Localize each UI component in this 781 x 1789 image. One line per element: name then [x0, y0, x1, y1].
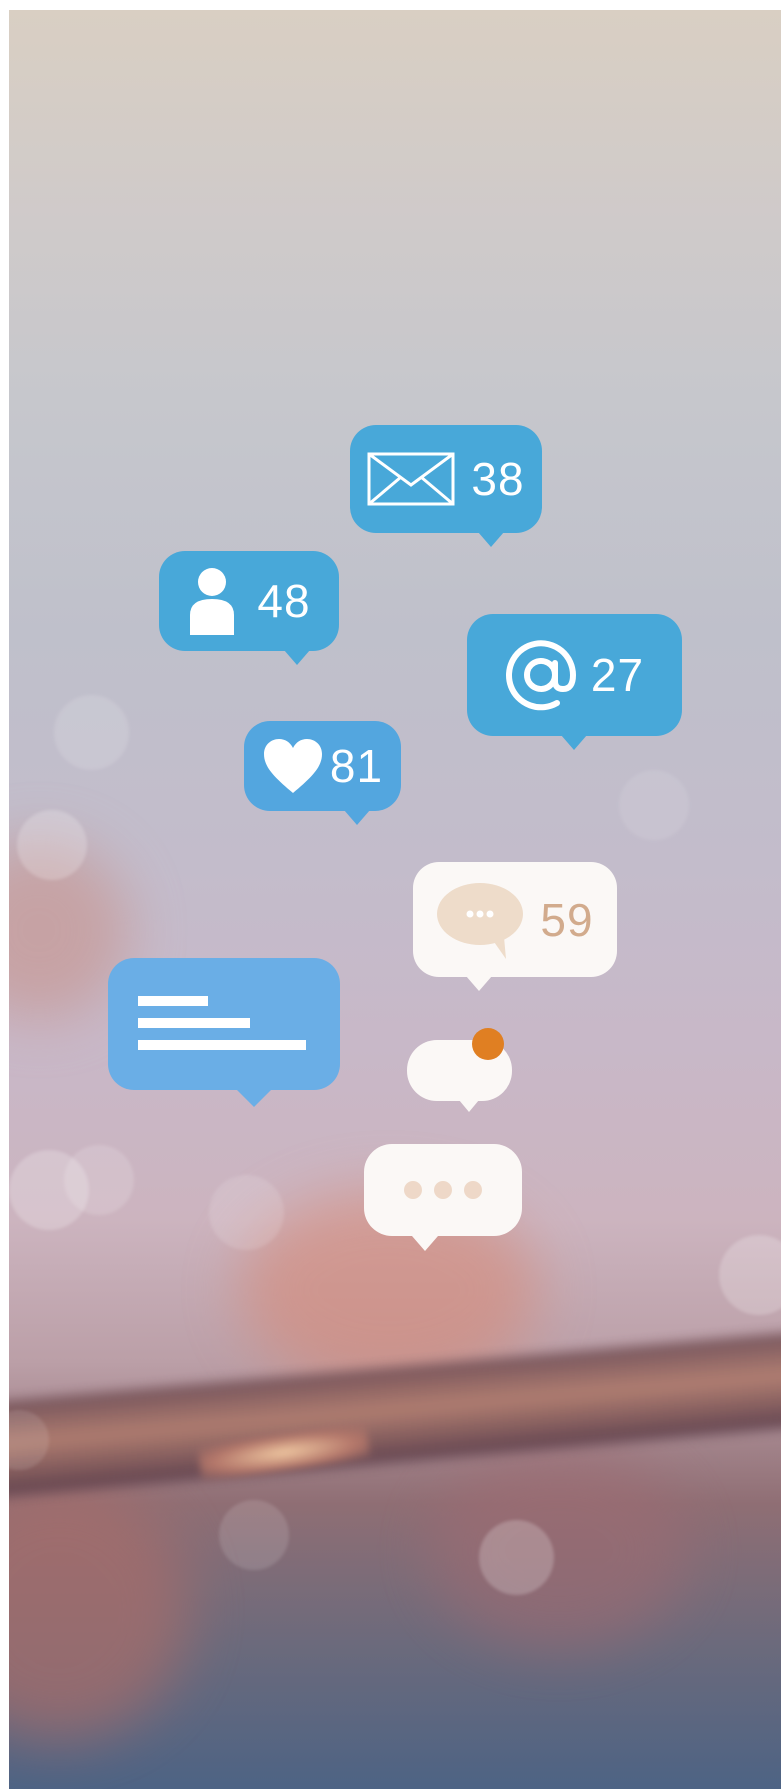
- bubble-tail: [466, 976, 492, 991]
- likes-count: 81: [329, 740, 384, 792]
- bokeh-light: [479, 1520, 554, 1595]
- bubble-tail: [284, 650, 310, 665]
- mentions-count: 27: [590, 649, 645, 701]
- post-notification-bubble: [108, 958, 340, 1107]
- followers-notification-bubble: 48: [159, 551, 339, 665]
- person-icon: [187, 567, 237, 635]
- bubble-tail: [478, 532, 504, 547]
- typing-notification-bubble: [364, 1144, 522, 1251]
- comments-count: 59: [540, 893, 594, 946]
- mentions-notification-bubble: 27: [467, 614, 682, 750]
- blurred-hand-lower-left: [9, 1480, 189, 1740]
- at-sign-icon: [505, 639, 577, 711]
- followers-count: 48: [257, 575, 311, 627]
- bokeh-light: [17, 810, 87, 880]
- likes-notification-bubble: 81: [244, 721, 401, 825]
- comments-notification-bubble: 59: [413, 862, 617, 991]
- ellipsis-icon: [402, 1179, 484, 1201]
- bubble-tail: [344, 810, 370, 825]
- bokeh-light: [619, 770, 689, 840]
- bokeh-light: [719, 1235, 781, 1315]
- mail-notification-bubble: 38: [350, 425, 542, 547]
- bubble-tail: [412, 1236, 438, 1251]
- bubble-tail: [459, 1100, 479, 1112]
- mail-count: 38: [471, 453, 525, 505]
- bokeh-light: [219, 1500, 289, 1570]
- bokeh-light: [209, 1175, 284, 1250]
- bubble-tail: [561, 735, 587, 750]
- bokeh-light: [64, 1145, 134, 1215]
- bubble-tail: [236, 1089, 272, 1107]
- text-lines-icon: [138, 994, 308, 1054]
- notification-dot-icon: [472, 1028, 504, 1060]
- bokeh-light: [54, 695, 129, 770]
- comment-icon: [436, 881, 524, 959]
- photo-background: 38 48 27 81 59: [9, 10, 781, 1789]
- heart-icon: [262, 737, 324, 795]
- envelope-icon: [367, 452, 455, 506]
- blurred-finger-right: [429, 1450, 689, 1650]
